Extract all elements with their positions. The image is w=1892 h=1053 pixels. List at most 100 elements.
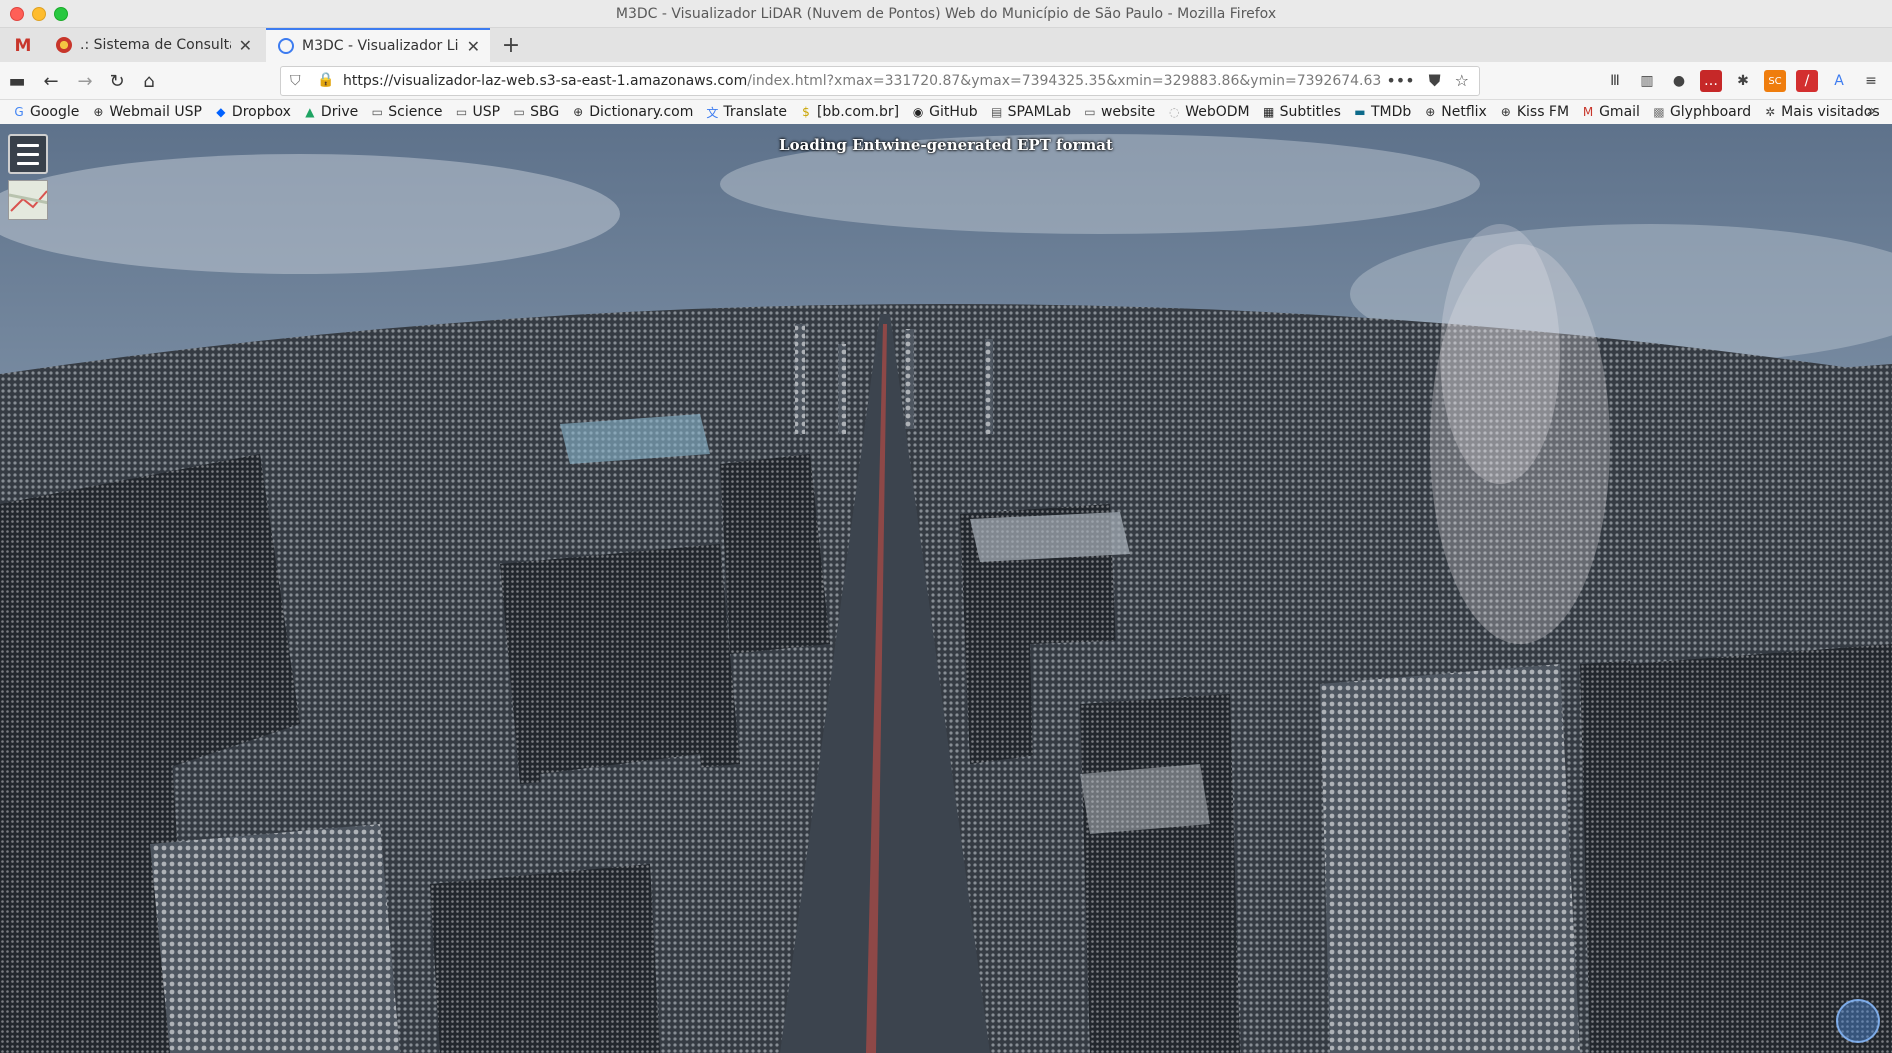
bookmark-label: [bb.com.br] [816, 104, 900, 120]
shield-icon[interactable]: ⛉ [290, 73, 301, 89]
window-title: M3DC - Visualizador LiDAR (Nuvem de Pont… [615, 6, 1277, 22]
dropbox-icon: ◆ [216, 105, 226, 119]
web-icon: ▤ [990, 105, 1003, 119]
tab-bar: M .: Sistema de Consulta do ✕ M3DC - Vis… [0, 28, 1892, 62]
bookmark-label: Google [30, 104, 80, 120]
bookmark-label: SBG [530, 104, 560, 120]
web-icon [56, 37, 72, 53]
more-bookmarks-icon[interactable]: » [1866, 101, 1876, 120]
tab-label: .: Sistema de Consulta do [80, 37, 231, 53]
bank-icon: $ [802, 105, 810, 119]
globe-icon: ⊕ [573, 105, 584, 119]
gmail-icon: M [1582, 105, 1594, 119]
extension-lastpass-icon[interactable]: … [1700, 70, 1722, 92]
sidebar-icon[interactable]: ▥ [1636, 70, 1658, 92]
url-host: https://visualizador-laz-web.s3-sa-east-… [343, 73, 748, 89]
gear-icon: ✲ [1765, 105, 1776, 119]
bookmark-spamlab[interactable]: ▤ SPAMLab [990, 104, 1071, 120]
bookmark-kiss-fm[interactable]: ⊕ Kiss FM [1499, 104, 1569, 120]
bookmark-label: website [1100, 104, 1156, 120]
bookmark-label: Glyphboard [1669, 104, 1752, 120]
bookmark-label: Science [388, 104, 443, 120]
account-icon[interactable]: ● [1668, 70, 1690, 92]
new-tab-button[interactable]: + [496, 31, 526, 59]
bookmark-usp[interactable]: ▭ USP [455, 104, 501, 120]
navigation-toolbar: ▬ ← → ↻ ⌂ ⛉ 🔒 https://visualizador-laz-w… [0, 62, 1892, 100]
folder-icon: ▭ [513, 105, 525, 119]
tab-m3dc-visualizador[interactable]: M3DC - Visualizador LiDAR ✕ [266, 28, 490, 62]
loading-status-text: Loading Entwine-generated EPT format [779, 136, 1113, 154]
map-icon [9, 181, 47, 219]
webodm-icon: ◌ [1168, 105, 1180, 119]
library-icon[interactable]: Ⅲ [1604, 70, 1626, 92]
globe-icon: ⊕ [1500, 105, 1511, 119]
bookmark-science[interactable]: ▭ Science [370, 104, 443, 120]
pocket-icon[interactable]: ⛊ [1429, 71, 1441, 91]
bookmark-website[interactable]: ▭ website [1083, 104, 1155, 120]
bookmark-webodm[interactable]: ◌ WebODM [1167, 104, 1250, 120]
bookmark-webmail-usp[interactable]: ⊕ Webmail USP [91, 104, 202, 120]
home-button[interactable]: ⌂ [136, 68, 162, 94]
close-icon[interactable]: ✕ [467, 37, 480, 56]
close-icon[interactable]: ✕ [239, 36, 252, 55]
bookmark-label: GitHub [929, 104, 978, 120]
menu-line [17, 161, 39, 165]
bookmark-label: Kiss FM [1516, 104, 1570, 120]
sidebar-toggle-icon[interactable]: ▬ [4, 68, 30, 94]
address-bar[interactable]: ⛉ 🔒 https://visualizador-laz-web.s3-sa-e… [280, 66, 1480, 96]
extension-pdf-icon[interactable]: / [1796, 70, 1818, 92]
url-text[interactable]: https://visualizador-laz-web.s3-sa-east-… [343, 73, 1381, 89]
page-actions-icon[interactable]: ••• [1386, 71, 1414, 91]
pinned-tab-gmail[interactable]: M [8, 32, 38, 60]
folder-icon: ▭ [371, 105, 383, 119]
bookmark-translate[interactable]: 文 Translate [705, 104, 787, 120]
bookmark-tmdb[interactable]: ▬ TMDb [1353, 104, 1411, 120]
github-icon: ◉ [912, 105, 924, 119]
tab-sistema-consulta[interactable]: .: Sistema de Consulta do ✕ [44, 28, 262, 62]
bookmark-label: USP [472, 104, 501, 120]
point-cloud-render[interactable] [0, 124, 1892, 1053]
extension-translate-icon[interactable]: A [1828, 70, 1850, 92]
minimap-button[interactable] [8, 180, 48, 220]
bookmarks-toolbar: G Google ⊕ Webmail USP ◆ Dropbox ▲ Drive ▭ Scienc… [0, 100, 1892, 124]
bookmark-dictionary-com[interactable]: ⊕ Dictionary.com [571, 104, 693, 120]
tab-label: M3DC - Visualizador LiDAR [302, 38, 459, 54]
forward-button[interactable]: → [72, 68, 98, 94]
back-button[interactable]: ← [38, 68, 64, 94]
folder-icon: ▭ [1084, 105, 1096, 119]
extension-sc-icon[interactable]: SC [1764, 70, 1786, 92]
reload-button[interactable]: ↻ [104, 68, 130, 94]
google-icon: G [14, 105, 24, 119]
lock-icon[interactable]: 🔒 [317, 72, 334, 88]
bookmark-bb-com-br[interactable]: $ [bb.com.br] [799, 104, 899, 120]
globe-icon [278, 38, 294, 54]
bookmark-google[interactable]: G Google [12, 104, 79, 120]
tmdb-icon: ▬ [1354, 105, 1366, 119]
bookmark-sbg[interactable]: ▭ SBG [512, 104, 559, 120]
bookmark-drive[interactable]: ▲ Drive [303, 104, 358, 120]
subtitles-icon: ▦ [1262, 105, 1275, 119]
bookmark-star-icon[interactable]: ☆ [1455, 71, 1469, 91]
bookmark-dropbox[interactable]: ◆ Dropbox [214, 104, 291, 120]
menu-line [17, 143, 39, 147]
bookmark-label: TMDb [1370, 104, 1412, 120]
folder-icon: ▭ [455, 105, 468, 119]
bookmark-github[interactable]: ◉ GitHub [911, 104, 978, 120]
hamburger-menu-icon[interactable]: ≡ [1860, 70, 1882, 92]
bookmark-label: Drive [320, 104, 359, 120]
bookmark-subtitles[interactable]: ▦ Subtitles [1262, 104, 1341, 120]
bookmark-label: WebODM [1185, 104, 1250, 120]
glyphboard-icon: ▩ [1653, 105, 1665, 119]
gmail-icon: M [14, 36, 32, 56]
point-cloud-viewer[interactable]: Loading Entwine-generated EPT format [0, 124, 1892, 1053]
viewer-menu-button[interactable] [8, 134, 48, 174]
bookmark-glyphboard[interactable]: ▩ Glyphboard [1652, 104, 1751, 120]
bookmark-gmail[interactable]: M Gmail [1581, 104, 1640, 120]
bookmark-netflix[interactable]: ⊕ Netflix [1423, 104, 1487, 120]
extension-icon[interactable]: ✱ [1732, 70, 1754, 92]
bookmark-label: SPAMLab [1007, 104, 1071, 120]
bookmark-label: Translate [723, 104, 787, 120]
navigation-cube-icon[interactable] [1836, 999, 1880, 1043]
bookmark-label: Subtitles [1279, 104, 1341, 120]
bookmark-mais-visitados[interactable]: ✲ Mais visitados [1763, 104, 1880, 120]
